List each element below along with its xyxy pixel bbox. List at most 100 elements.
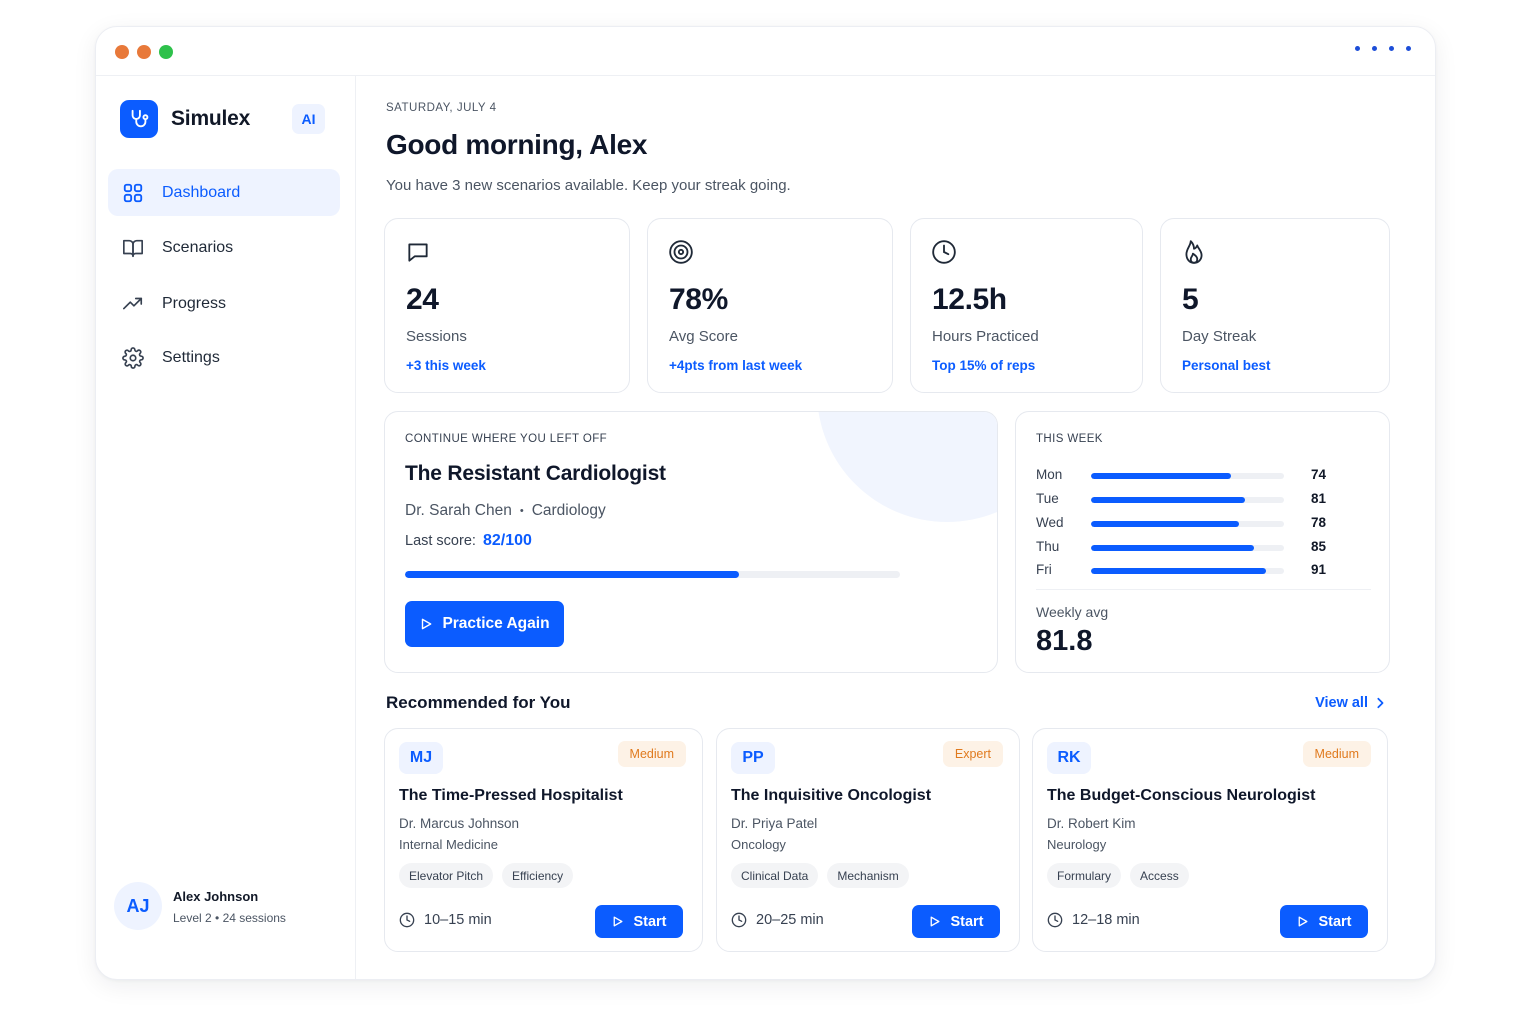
duration: 10–15 min — [399, 912, 492, 928]
tag-chip: Clinical Data — [731, 863, 819, 888]
user-meta: Level 2 • 24 sessions — [173, 911, 286, 925]
clock-icon — [399, 912, 415, 928]
day-score: 78 — [1311, 515, 1327, 530]
divider — [1036, 589, 1371, 590]
sidebar-item-label: Progress — [162, 294, 227, 312]
week-row-tue: Tue 81 — [1036, 491, 1336, 509]
window-dot-maximize[interactable] — [159, 45, 173, 59]
sidebar-item-progress[interactable]: Progress — [108, 280, 340, 327]
stat-card-sessions: 24 Sessions +3 this week — [384, 218, 630, 393]
decorative-circle — [817, 412, 997, 522]
doctor-initials-avatar: MJ — [399, 742, 443, 774]
score-bar — [1091, 497, 1284, 503]
tag-chip: Elevator Pitch — [399, 863, 494, 888]
dashboard-grid-icon — [121, 181, 145, 205]
day-label: Wed — [1036, 515, 1064, 530]
stat-label: Day Streak — [1182, 328, 1257, 345]
tag-list: Elevator Pitch Efficiency — [399, 863, 574, 888]
scenario-card[interactable]: PP Expert The Inquisitive Oncologist Dr. Pr… — [716, 728, 1020, 952]
stat-value: 78% — [669, 283, 728, 316]
window-dot-minimize[interactable] — [137, 45, 151, 59]
score-bar-fill — [1091, 568, 1266, 574]
window-dot-close[interactable] — [115, 45, 129, 59]
day-score: 74 — [1311, 467, 1327, 482]
progress-bar-fill — [405, 571, 740, 578]
score-bar — [1091, 473, 1284, 479]
weekly-avg-value: 81.8 — [1036, 625, 1093, 657]
play-icon — [931, 916, 940, 927]
specialty: Cardiology — [531, 502, 606, 519]
week-row-wed: Wed 78 — [1036, 515, 1336, 533]
avatar: AJ — [114, 882, 162, 930]
start-button[interactable]: Start — [912, 905, 1000, 938]
sidebar-item-label: Scenarios — [162, 238, 234, 256]
doctor-name: Dr. Priya Patel — [731, 816, 818, 831]
scenario-title: The Time-Pressed Hospitalist — [399, 787, 623, 804]
start-button[interactable]: Start — [595, 905, 683, 938]
day-label: Mon — [1036, 467, 1063, 482]
button-label: Start — [1318, 913, 1352, 930]
week-row-mon: Mon 74 — [1036, 467, 1336, 485]
view-all-label: View all — [1315, 695, 1368, 711]
flame-icon — [1181, 239, 1207, 265]
difficulty-badge: Medium — [617, 741, 686, 767]
last-score: Last score: 82/100 — [405, 532, 532, 550]
specialty: Internal Medicine — [399, 837, 498, 852]
view-all-link[interactable]: View all — [1315, 695, 1385, 711]
continue-card: CONTINUE WHERE YOU LEFT OFF The Resistan… — [384, 411, 998, 673]
trending-up-icon — [121, 292, 145, 316]
scenario-doctor-line: Dr. Sarah Chen • Cardiology — [405, 502, 606, 520]
scenario-card[interactable]: RK Medium The Budget-Conscious Neurologist… — [1032, 728, 1388, 952]
main-content: SATURDAY, JULY 4 Good morning, Alex You … — [357, 76, 1435, 979]
last-score-value: 82/100 — [482, 532, 532, 549]
duration-label: 12–18 min — [1072, 912, 1140, 928]
button-label: Start — [633, 913, 667, 930]
last-score-label: Last score: — [405, 533, 476, 549]
app-window: Simulex AI Dashboard Scenarios Progress … — [95, 26, 1436, 980]
stat-card-avg-score: 78% Avg Score +4pts from last week — [647, 218, 893, 393]
sidebar-item-dashboard[interactable]: Dashboard — [108, 169, 340, 216]
tag-list: Formulary Access — [1047, 863, 1189, 888]
tag-list: Clinical Data Mechanism — [731, 863, 909, 888]
score-bar-fill — [1091, 473, 1232, 479]
section-label: THIS WEEK — [1036, 433, 1103, 445]
scenario-card[interactable]: MJ Medium The Time-Pressed Hospitalist Dr. … — [384, 728, 703, 952]
clock-icon — [1047, 912, 1063, 928]
stat-label: Sessions — [406, 328, 467, 345]
stat-note: Top 15% of reps — [932, 358, 1036, 373]
progress-bar — [405, 571, 900, 578]
sidebar-item-scenarios[interactable]: Scenarios — [108, 224, 340, 271]
page-subtitle: You have 3 new scenarios available. Keep… — [386, 177, 791, 194]
tag-chip: Formulary — [1047, 863, 1122, 888]
target-icon — [668, 239, 694, 265]
week-row-fri: Fri 91 — [1036, 562, 1336, 580]
sidebar-item-label: Dashboard — [162, 183, 241, 201]
scenario-title: The Inquisitive Oncologist — [731, 787, 932, 804]
play-icon — [1299, 916, 1308, 927]
practice-again-button[interactable]: Practice Again — [405, 601, 564, 647]
sidebar-item-settings[interactable]: Settings — [108, 334, 340, 381]
duration: 20–25 min — [731, 912, 824, 928]
gear-icon — [121, 346, 145, 370]
tag-chip: Access — [1130, 863, 1189, 888]
button-label: Practice Again — [442, 615, 550, 632]
stat-note: +3 this week — [406, 358, 486, 373]
chevron-right-icon — [1377, 697, 1384, 709]
stat-label: Avg Score — [669, 328, 738, 345]
start-button[interactable]: Start — [1280, 905, 1368, 938]
day-score: 85 — [1311, 539, 1327, 554]
stat-card-streak: 5 Day Streak Personal best — [1160, 218, 1390, 393]
stat-value: 5 — [1182, 283, 1199, 316]
button-label: Start — [950, 913, 984, 930]
more-options-icon[interactable] — [1355, 46, 1411, 51]
difficulty-badge: Medium — [1302, 741, 1371, 767]
stat-value: 12.5h — [932, 283, 1007, 316]
doctor-initials-avatar: PP — [731, 742, 775, 774]
tag-chip: Efficiency — [502, 863, 574, 888]
score-bar-fill — [1091, 497, 1246, 503]
play-icon — [422, 618, 432, 630]
doctor-name: Dr. Robert Kim — [1047, 816, 1136, 831]
date-label: SATURDAY, JULY 4 — [386, 102, 497, 114]
stat-note: Personal best — [1182, 358, 1271, 373]
difficulty-badge: Expert — [942, 741, 1003, 767]
